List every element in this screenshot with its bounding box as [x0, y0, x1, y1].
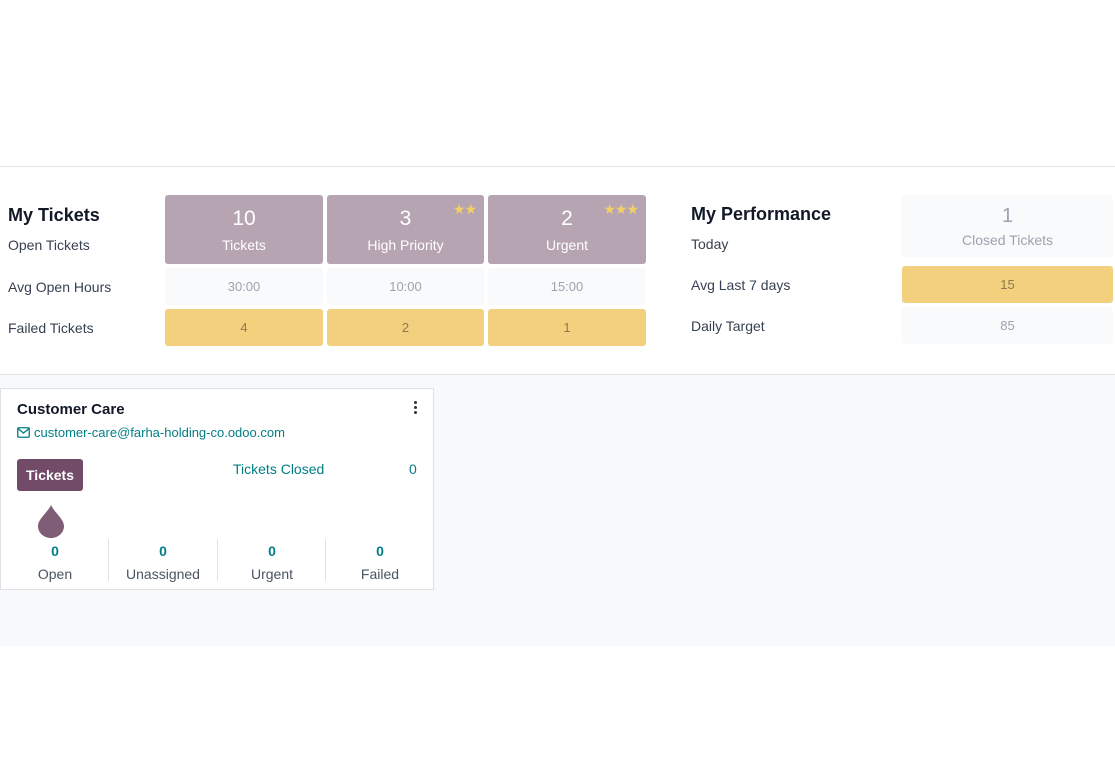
tickets-closed-value[interactable]: 0 [409, 461, 417, 477]
team-name: Customer Care [17, 401, 125, 418]
stat-open-value: 0 [51, 543, 59, 559]
daily-target-value: 85 [902, 307, 1113, 344]
stat-failed-label: Failed [360, 566, 400, 582]
today-label: Today [691, 236, 729, 252]
stat-failed-value: 0 [376, 543, 384, 559]
tickets-button[interactable]: Tickets [17, 459, 83, 491]
stat-urgent-value: 0 [268, 543, 276, 559]
tickets-count: 10 [232, 207, 256, 230]
avg-hours-high-priority: 10:00 [327, 268, 484, 305]
urgent-tile[interactable]: ★★★ 2 Urgent [488, 195, 646, 264]
high-priority-tile[interactable]: ★★ 3 High Priority [327, 195, 484, 264]
failed-tickets-value[interactable]: 4 [165, 309, 323, 346]
stat-open-label: Open [37, 566, 73, 582]
header-blank-area [0, 0, 1115, 166]
team-email-link[interactable]: customer-care@farha-holding-co.odoo.com [17, 425, 285, 440]
avg-last-7-days-value[interactable]: 15 [902, 266, 1113, 303]
team-kanban-area: Customer Care customer-care@farha-holdin… [0, 375, 1115, 646]
team-card-customer-care[interactable]: Customer Care customer-care@farha-holdin… [0, 388, 434, 590]
avg-hours-tickets: 30:00 [165, 268, 323, 305]
stat-unassigned-label: Unassigned [126, 566, 200, 582]
team-email-text: customer-care@farha-holding-co.odoo.com [34, 425, 285, 440]
avg-last-7-days-label: Avg Last 7 days [691, 277, 791, 293]
tickets-tile[interactable]: 10 Tickets [165, 195, 323, 264]
kebab-menu-icon[interactable] [411, 401, 419, 415]
avg-hours-urgent: 15:00 [488, 268, 646, 305]
avg-open-hours-label: Avg Open Hours [8, 279, 112, 295]
stat-unassigned-value: 0 [159, 543, 167, 559]
tickets-closed-link[interactable]: Tickets Closed [233, 461, 324, 477]
high-priority-count: 3 [399, 207, 412, 230]
envelope-icon [17, 427, 30, 438]
today-closed-caption: Closed Tickets [961, 232, 1054, 248]
stat-unassigned[interactable]: 0 Unassigned [108, 539, 217, 582]
high-priority-caption: High Priority [367, 237, 444, 253]
stat-failed[interactable]: 0 Failed [325, 539, 434, 582]
footer-blank-area [0, 646, 1115, 764]
failed-tickets-label: Failed Tickets [8, 320, 94, 336]
daily-target-label: Daily Target [691, 318, 765, 334]
failed-urgent-value[interactable]: 1 [488, 309, 646, 346]
tickets-caption: Tickets [222, 237, 266, 253]
stat-open[interactable]: 0 Open [1, 539, 109, 582]
today-closed-count: 1 [1001, 205, 1014, 227]
my-performance-title: My Performance [691, 204, 832, 224]
my-tickets-title: My Tickets [8, 205, 100, 225]
stat-urgent[interactable]: 0 Urgent [217, 539, 326, 582]
helpdesk-dashboard: My Tickets Open Tickets Avg Open Hours F… [0, 167, 1115, 374]
drop-icon [38, 505, 64, 538]
failed-high-priority-value[interactable]: 2 [327, 309, 484, 346]
today-closed-tile[interactable]: 1 Closed Tickets [902, 195, 1113, 257]
stat-urgent-label: Urgent [250, 566, 294, 582]
open-tickets-label: Open Tickets [8, 237, 90, 253]
urgent-caption: Urgent [545, 237, 589, 253]
urgent-count: 2 [561, 207, 573, 230]
